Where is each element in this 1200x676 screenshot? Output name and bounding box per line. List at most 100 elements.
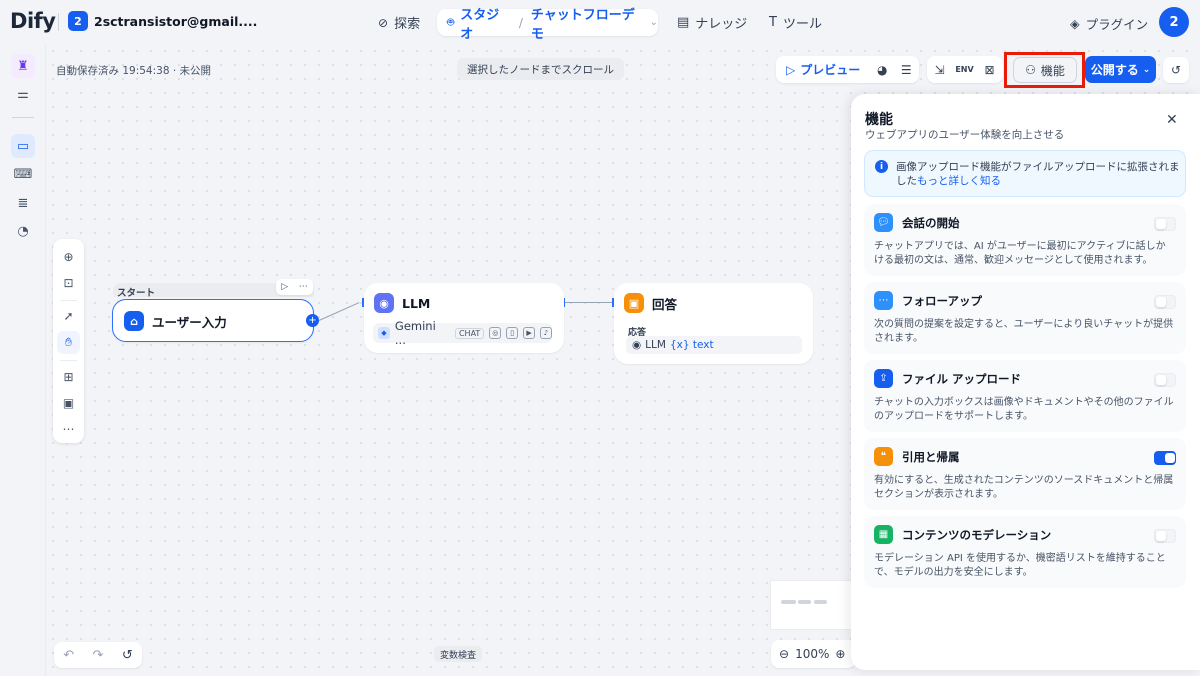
organize-icon[interactable]: ⊞ (57, 365, 80, 388)
toggle-knob (1156, 375, 1166, 385)
env-icon[interactable]: ENV (952, 56, 977, 83)
logs-icon[interactable]: ≣ (11, 191, 35, 215)
feature-description: チャットアプリでは、AI がユーザーに最初にアクティブに話しかける最初の文は、通… (874, 241, 1166, 266)
monitoring-icon[interactable]: ◔ (11, 219, 35, 243)
feature-card: ▦ コンテンツのモデレーション モデレーション API を使用するか、機密語リストを… (864, 516, 1186, 588)
conversation-var-icon[interactable]: ⊠ (977, 56, 1002, 83)
start-node-title: ⌂ ユーザー入力 (124, 311, 227, 331)
run-icon[interactable]: ▷ (281, 282, 288, 292)
robot-icon: 🤖︎ (447, 15, 455, 29)
publish-button[interactable]: 公開する ⌄ (1085, 56, 1156, 83)
add-node-icon[interactable]: ⊕ (57, 245, 80, 268)
llm-mode-tag: CHAT (454, 327, 485, 339)
publish-label: 公開する (1090, 63, 1139, 77)
feature-name: フォローアップ (902, 294, 983, 308)
add-note-icon[interactable]: ⊡ (57, 271, 80, 294)
zoom-out-icon[interactable]: ⊖ (779, 647, 789, 661)
dify-logo[interactable]: Dify (10, 9, 56, 33)
workspace-name[interactable]: 2sctransistor@gmail.... (94, 14, 257, 29)
chevron-down-icon[interactable]: ⌄ (220, 12, 230, 26)
app-icon[interactable]: ♜ (11, 54, 35, 78)
llm-source-icon: ◉ (632, 339, 642, 351)
zoom-controls: ⊖ 100% ⊕ (771, 640, 856, 668)
answer-source: LLM (645, 339, 666, 351)
audio-icon: ♪ (540, 327, 552, 339)
hand-icon[interactable]: ✋︎ (57, 331, 80, 354)
logo-i: i (26, 9, 34, 33)
close-icon[interactable]: ✕ (1166, 112, 1178, 128)
feature-toggle[interactable] (1154, 529, 1176, 543)
nav-tools-label: ツール (782, 17, 822, 32)
cube-icon: ◈ (1070, 16, 1080, 31)
slash-separator: / (518, 15, 523, 30)
feature-toggle[interactable] (1154, 217, 1176, 231)
feature-name: ファイル アップロード (902, 372, 1022, 386)
history-icon[interactable]: ↺ (1163, 57, 1189, 83)
feature-name: 会話の開始 (902, 216, 960, 230)
chevron-down-icon: ⌄ (1142, 64, 1151, 75)
nav-knowledge-label: ナレッジ (695, 17, 748, 32)
answer-content: ◉ LLM {x} text (626, 336, 802, 354)
learn-more-link[interactable]: もっと詳しく知る (917, 175, 1001, 187)
variable-inspect-button[interactable]: 変数検査 (434, 646, 483, 662)
answer-variable: {x} text (669, 339, 714, 351)
minimap-node (781, 600, 796, 604)
undo-icon[interactable]: ↶ (63, 648, 74, 663)
more-icon[interactable]: ⋯ (299, 282, 308, 292)
citation-icon: ❝ (874, 447, 893, 466)
terminal-icon[interactable]: ⌨ (11, 162, 35, 186)
features-icon: ⚇ (1025, 63, 1036, 77)
more-icon[interactable]: ⋯ (57, 417, 80, 440)
app-name[interactable]: チャットフローデモ (531, 4, 645, 42)
preview-button[interactable]: ▷ プレビュー (776, 56, 870, 83)
feature-name: 引用と帰属 (902, 450, 960, 464)
add-next-node-handle[interactable]: + (306, 314, 319, 327)
start-node[interactable]: ⌂ ユーザー入力 (112, 299, 314, 342)
divider (12, 117, 34, 118)
scroll-to-selected-button[interactable]: 選択したノードまでスクロール (457, 58, 624, 80)
llm-icon: ◉ (374, 293, 394, 313)
divider (60, 360, 77, 361)
workspace-badge[interactable]: 2 (68, 11, 88, 31)
feature-toggle[interactable] (1154, 295, 1176, 309)
redo-icon[interactable]: ↷ (93, 648, 104, 663)
avatar[interactable]: 2 (1159, 7, 1189, 37)
video-icon: ▶ (523, 327, 536, 339)
history-icon[interactable]: ↺ (122, 648, 133, 663)
zoom-level[interactable]: 100% (795, 647, 829, 661)
feature-toggle[interactable] (1154, 373, 1176, 387)
chevron-down-icon[interactable]: ⌄ (650, 17, 658, 28)
chat-bubble-icon: 💬︎ (874, 213, 893, 232)
nav-plugins[interactable]: ◈ プラグイン (1070, 14, 1148, 33)
left-sidebar: ♜ ⚌ ▭ ⌨ ≣ ◔ (0, 44, 46, 676)
llm-node-title: ◉ LLM (374, 293, 430, 313)
nav-tools[interactable]: T ツール (769, 13, 822, 32)
variables-icon[interactable]: ☰ (894, 56, 918, 83)
zoom-in-icon[interactable]: ⊕ (835, 647, 845, 661)
llm-node-label: LLM (402, 295, 431, 311)
canvas-tools: ⊕ ⊡ ➚ ✋︎ ⊞ ▣ ⋯ (53, 239, 84, 443)
minimap[interactable] (770, 580, 860, 630)
nav-studio[interactable]: 🤖︎ スタジオ / チャットフローデモ ⌄ (437, 8, 658, 42)
nav-explore[interactable]: ⊘ 探索 (378, 13, 421, 33)
moderation-icon: ▦ (874, 525, 893, 544)
node-actions[interactable]: ▷ ⋯ (276, 279, 313, 295)
features-button[interactable]: ⚇ 機能 (1013, 57, 1077, 83)
orchestrate-icon[interactable]: ▭ (11, 134, 35, 158)
start-label: スタート (117, 288, 156, 299)
nav-knowledge[interactable]: ▤ ナレッジ (677, 13, 747, 32)
settings-sliders-icon[interactable]: ⚌ (11, 82, 35, 106)
feature-card: 💬︎ 会話の開始チャットアプリでは、AI がユーザーに最初にアクティブに話しかける… (864, 204, 1186, 276)
hammer-icon: T (769, 15, 777, 30)
image-export-icon[interactable]: ▣ (57, 391, 80, 414)
feature-card: ⇪ ファイル アップロード チャットの入力ボックスは画像やドキュメントやその他のファ… (864, 360, 1186, 432)
llm-model-selector[interactable]: ◆ Gemini ... CHAT ◎ ▯ ▶ ♪ (373, 319, 552, 347)
checklist-icon[interactable]: ◕ (870, 56, 894, 83)
nav-explore-label: 探索 (394, 17, 421, 32)
feature-toggle[interactable] (1154, 451, 1176, 465)
answer-icon: ▣ (624, 293, 644, 313)
export-icon[interactable]: ⇲ (927, 56, 952, 83)
feature-description: モデレーション API を使用するか、機密語リストを維持することで、モデルの出力… (874, 553, 1166, 578)
compass-icon: ⊘ (378, 15, 389, 30)
pointer-icon[interactable]: ➚ (57, 304, 80, 327)
